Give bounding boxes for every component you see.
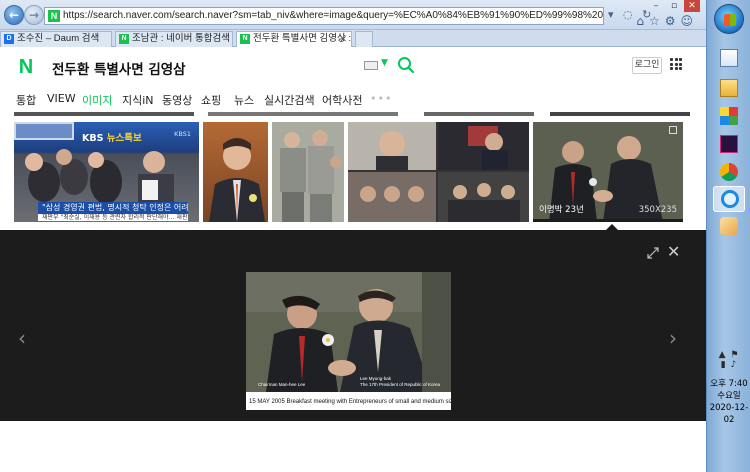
keyboard-icon[interactable] bbox=[364, 61, 378, 70]
system-clock[interactable]: 오후 7:40 수요일 2020-12-02 bbox=[707, 378, 750, 426]
collage-image bbox=[348, 122, 529, 222]
address-bar-row: ← → N https://search.naver.com/search.na… bbox=[0, 0, 706, 30]
ie-toolbar-icons[interactable]: ⌂☆⚙☺ bbox=[636, 14, 698, 28]
tab-knowledge[interactable]: 지식iN bbox=[122, 92, 154, 108]
news-subline-ribbon: 재판부 "최순실, 이재용 등 관련자 합리적 판단해야… 재판 등 항소 검토… bbox=[38, 214, 188, 221]
taskbar-app-window[interactable] bbox=[713, 46, 745, 72]
previous-row-strip bbox=[424, 112, 534, 116]
chrome-icon bbox=[720, 163, 738, 181]
tab-label: 전두환 특별사면 김영상 : 네이 bbox=[253, 33, 351, 44]
taskbar-app-paint-tool[interactable] bbox=[713, 214, 745, 240]
naver-favicon-icon: N bbox=[48, 10, 60, 22]
tab-label: 조수진 – Daum 검색 bbox=[17, 33, 100, 44]
tab-naver-1[interactable]: N 조남관 : 네이버 통합검색 bbox=[115, 31, 233, 47]
naver-favicon-icon: N bbox=[119, 34, 129, 44]
right-name-tag-2: The 17th President of Republic of Korea bbox=[360, 382, 441, 387]
naver-favicon-icon: N bbox=[240, 34, 250, 44]
daum-favicon-icon: D bbox=[4, 34, 14, 44]
expand-icon[interactable] bbox=[646, 246, 660, 260]
tab-images[interactable]: 이미지 bbox=[82, 92, 112, 108]
login-button[interactable]: 로그인 bbox=[632, 57, 662, 74]
previous-row-strip bbox=[550, 112, 690, 116]
back-arrow-icon[interactable]: ← bbox=[4, 5, 24, 25]
previous-arrow-icon[interactable]: ‹ bbox=[18, 328, 26, 348]
paintbrush-icon bbox=[720, 217, 738, 235]
windows-logo-icon bbox=[724, 14, 736, 26]
tab-label: 조남관 : 네이버 통합검색 bbox=[132, 33, 230, 44]
window-icon bbox=[720, 49, 738, 67]
minimize-button[interactable]: – bbox=[648, 0, 664, 12]
search-category-tabs: 통합 VIEW 이미지 지식iN 동영상 쇼핑 뉴스 실시간검색 어학사전 ••… bbox=[0, 88, 706, 112]
tab-dictionary[interactable]: 어학사전 bbox=[322, 92, 362, 108]
tab-news[interactable]: 뉴스 bbox=[234, 92, 254, 108]
clock-date: 2020-12-02 bbox=[709, 403, 749, 425]
chevron-down-icon[interactable]: ▼ bbox=[381, 58, 388, 68]
photo-caption: 15 MAY 2005 Breakfast meeting with Entre… bbox=[246, 392, 451, 410]
new-tab-button[interactable] bbox=[355, 31, 373, 47]
clock-time: 오후 7:40 bbox=[710, 379, 748, 389]
clock-day: 수요일 bbox=[717, 391, 741, 401]
taskbar-app-ie[interactable] bbox=[713, 186, 745, 212]
image-thumbnail[interactable]: KBS 뉴스특보 KBS1 "삼성 경영권 편법, 명시적 청탁 인정은 어려워… bbox=[14, 122, 199, 222]
page-bottom bbox=[0, 421, 706, 472]
selected-image-thumbnail[interactable]: 이명박 23년 350X235 bbox=[533, 122, 683, 222]
tray-icons[interactable]: ▲ ⚑ ▮ ♪ bbox=[707, 350, 750, 370]
group-photo-image bbox=[272, 122, 344, 222]
search-icon[interactable] bbox=[397, 56, 415, 74]
taskbar-app-explorer[interactable] bbox=[713, 76, 745, 102]
previous-row-strip bbox=[14, 112, 194, 116]
kbs-brand-label: KBS 뉴스특보 bbox=[82, 133, 142, 144]
maximize-button[interactable]: ▫ bbox=[666, 0, 682, 12]
enlarged-photo[interactable]: Chairman Man-hee Lee Lee Myung-bak The 1… bbox=[246, 272, 451, 410]
tab-realtime[interactable]: 실시간검색 bbox=[264, 92, 315, 108]
thumb-size: 350X235 bbox=[638, 205, 677, 215]
folder-icon bbox=[720, 79, 738, 97]
search-query[interactable]: 전두환 특별사면 김영삼 bbox=[52, 58, 186, 78]
paint-icon bbox=[720, 107, 738, 125]
next-arrow-icon[interactable]: › bbox=[669, 328, 677, 348]
windows-taskbar: ▲ ⚑ ▮ ♪ 오후 7:40 수요일 2020-12-02 bbox=[706, 0, 750, 472]
tab-video[interactable]: 동영상 bbox=[162, 92, 192, 108]
start-button[interactable] bbox=[714, 4, 744, 34]
thumb-title: 이명박 23년 bbox=[539, 205, 584, 215]
image-thumbnail[interactable] bbox=[272, 122, 344, 222]
right-name-tag-1: Lee Myung-bak bbox=[360, 376, 392, 381]
window-controls: – ▫ ✕ bbox=[648, 0, 700, 12]
news-headline-ribbon: "삼성 경영권 편법, 명시적 청탁 인정은 어려워" bbox=[38, 202, 188, 214]
tab-shopping[interactable]: 쇼핑 bbox=[201, 92, 221, 108]
thumb-corner-icon bbox=[669, 126, 677, 134]
image-viewer: ‹ › ✕ Chairman Man-hee Lee Lee Myung-bak… bbox=[0, 230, 706, 421]
internet-explorer-icon bbox=[721, 190, 739, 208]
more-tabs-icon[interactable]: ••• bbox=[370, 92, 392, 105]
left-name-tag: Chairman Man-hee Lee bbox=[258, 382, 306, 387]
url-input[interactable]: N https://search.naver.com/search.naver?… bbox=[44, 7, 604, 25]
image-results-row: KBS 뉴스특보 KBS1 "삼성 경영권 편법, 명시적 청탁 인정은 어려워… bbox=[0, 118, 706, 228]
tab-integrated[interactable]: 통합 bbox=[16, 92, 36, 108]
taskbar-app-paint[interactable] bbox=[713, 104, 745, 130]
tab-view[interactable]: VIEW bbox=[47, 92, 76, 105]
taskbar-app-chrome[interactable] bbox=[713, 160, 745, 186]
tab-daum[interactable]: D 조수진 – Daum 검색 bbox=[0, 31, 112, 47]
browser-tab-row: D 조수진 – Daum 검색 N 조남관 : 네이버 통합검색 N 전두환 특… bbox=[0, 30, 706, 47]
image-thumbnail[interactable] bbox=[203, 122, 268, 222]
taskbar-app-media[interactable] bbox=[713, 132, 745, 158]
image-thumbnail[interactable] bbox=[348, 122, 529, 222]
naver-logo[interactable]: N bbox=[16, 56, 36, 78]
handshake-photo-image bbox=[246, 272, 451, 392]
previous-row-strip bbox=[208, 112, 398, 116]
browser-window: ← → N https://search.naver.com/search.na… bbox=[0, 0, 706, 472]
system-tray: ▲ ⚑ ▮ ♪ 오후 7:40 수요일 2020-12-02 bbox=[707, 350, 750, 426]
portrait-image bbox=[209, 138, 265, 222]
app-grid-icon[interactable] bbox=[670, 58, 682, 70]
tab-close-icon[interactable]: ✕ bbox=[339, 32, 347, 46]
forward-arrow-icon[interactable]: → bbox=[24, 5, 44, 25]
naver-header: N 전두환 특별사면 김영삼 ▼ 로그인 bbox=[0, 48, 706, 88]
channel-badge: KBS1 bbox=[174, 130, 191, 138]
close-viewer-icon[interactable]: ✕ bbox=[667, 244, 680, 260]
media-icon bbox=[720, 135, 738, 153]
url-text: https://search.naver.com/search.naver?sm… bbox=[63, 10, 604, 21]
close-window-button[interactable]: ✕ bbox=[684, 0, 700, 12]
tab-naver-active[interactable]: N 전두환 특별사면 김영상 : 네이 ✕ bbox=[236, 31, 352, 47]
